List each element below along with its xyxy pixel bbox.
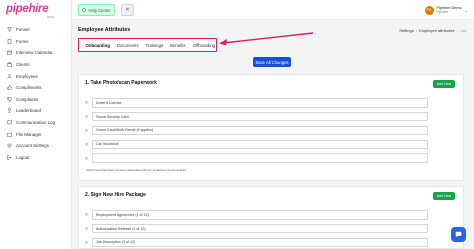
breadcrumb-employee-attributes[interactable]: Employee attributes bbox=[419, 28, 454, 33]
help-center-label: Help Center bbox=[88, 7, 111, 13]
breadcrumb-current: List bbox=[459, 28, 466, 33]
drag-handle-icon[interactable]: ⠿ bbox=[85, 128, 90, 133]
document-icon bbox=[7, 39, 12, 44]
list-item: ⠿ Employment Agreement (1 of 12) bbox=[85, 208, 428, 222]
logo[interactable]: pipehire bbox=[6, 3, 49, 15]
sidebar-item-employees[interactable]: Employees bbox=[4, 70, 70, 82]
attribute-field[interactable]: Authorization Release (2 of 12) bbox=[92, 223, 428, 234]
sidebar-item-leaderboard[interactable]: Leaderboard bbox=[4, 105, 70, 117]
topbar: Help Center ✕ PD Pipehire Demo Pipehire … bbox=[72, 0, 474, 20]
chevron-down-icon: ⌄ bbox=[464, 7, 468, 13]
sidebar-item-label: Communication Log bbox=[16, 120, 56, 126]
list-item: ⠿ Green Card/Work Permit (if applies) bbox=[85, 124, 428, 138]
drag-handle-icon[interactable]: ⠿ bbox=[85, 100, 90, 105]
section-card: 2. Sign New Hire Package Add New ⠿ Emplo… bbox=[78, 186, 464, 249]
briefcase-icon bbox=[7, 62, 12, 67]
user-role: Pipehire bbox=[436, 10, 449, 15]
gear-icon bbox=[7, 143, 12, 148]
add-new-button[interactable]: Add New bbox=[433, 192, 455, 200]
sidebar-item-compliments[interactable]: Compliments bbox=[4, 82, 70, 94]
drag-handle-icon[interactable]: ⠿ bbox=[85, 212, 90, 217]
sidebar-item-logout[interactable]: Logout bbox=[4, 152, 70, 164]
tab-trainings[interactable]: Trainings bbox=[142, 43, 167, 48]
sidebar-item-label: Forms bbox=[16, 38, 29, 44]
tab-onboarding[interactable]: Onboarding bbox=[82, 43, 113, 48]
help-icon bbox=[82, 8, 87, 12]
sidebar-item-label: Logout bbox=[16, 154, 30, 160]
chat-widget-button[interactable] bbox=[451, 227, 466, 242]
attribute-field[interactable]: Employment Agreement (1 of 12) bbox=[92, 210, 428, 220]
drag-handle-icon[interactable]: ⠿ bbox=[85, 114, 90, 119]
sidebar-item-account-settings[interactable]: Account Settings › bbox=[4, 140, 70, 152]
sidebar-item-communication-log[interactable]: Communication Log bbox=[4, 117, 70, 129]
section-title: 1. Take Photo/scan Paperwork bbox=[85, 80, 157, 86]
tab-documents[interactable]: Documents bbox=[113, 43, 142, 48]
list-item: ⠿ Authorization Release (2 of 12) bbox=[85, 222, 428, 236]
sidebar-item-label: File Manager bbox=[16, 131, 42, 137]
logout-icon bbox=[7, 155, 12, 160]
close-icon: ✕ bbox=[125, 7, 130, 13]
thumbs-up-icon bbox=[7, 85, 12, 90]
tab-offboarding[interactable]: Offboarding bbox=[189, 43, 218, 48]
attribute-field[interactable] bbox=[92, 153, 428, 163]
chat-icon bbox=[455, 231, 462, 238]
sidebar-item-label: Clients bbox=[16, 62, 30, 68]
tab-benefits[interactable]: Benefits bbox=[167, 43, 190, 48]
list-item: ⠿ Social Security Card bbox=[85, 110, 428, 124]
sidebar-item-clients[interactable]: Clients bbox=[4, 59, 70, 71]
add-new-button[interactable]: Add New bbox=[433, 80, 455, 88]
sidebar-item-label: Leaderboard bbox=[16, 108, 41, 114]
drag-handle-icon[interactable]: ⠿ bbox=[85, 240, 90, 245]
sidebar-item-forms[interactable]: Forms bbox=[4, 36, 70, 48]
field-list: ⠿ Driver's License ⠿ Social Security Car… bbox=[85, 96, 428, 165]
list-item: ⠿ Car Insurance bbox=[85, 137, 428, 151]
sidebar-item-complaints[interactable]: Complaints bbox=[4, 94, 70, 106]
sidebar-item-label: Complaints bbox=[16, 96, 38, 102]
sidebar-item-funnel[interactable]: Funnel bbox=[4, 24, 70, 36]
section-title: 2. Sign New Hire Package bbox=[85, 192, 146, 198]
page-title: Employee Attributes bbox=[78, 27, 131, 33]
user-menu[interactable]: PD Pipehire Demo Pipehire ⌄ bbox=[424, 3, 468, 17]
sidebar-item-file-manager[interactable]: File Manager bbox=[4, 128, 70, 140]
section-card: 1. Take Photo/scan Paperwork Add New ⠿ D… bbox=[78, 74, 464, 181]
close-button[interactable]: ✕ bbox=[121, 4, 134, 16]
attribute-tabs: Onboarding Documents Trainings Benefits … bbox=[78, 38, 217, 52]
attribute-field[interactable]: Green Card/Work Permit (if applies) bbox=[92, 125, 428, 136]
attribute-field[interactable]: Car Insurance bbox=[92, 139, 428, 150]
sidebar-item-label: Interview Calendar bbox=[16, 50, 53, 56]
folder-icon bbox=[7, 132, 12, 137]
chevron-right-icon: › bbox=[51, 143, 54, 149]
funnel-icon bbox=[7, 27, 12, 33]
sidebar: pipehire beta Funnel Forms Interview Cal… bbox=[0, 0, 72, 249]
sidebar-nav: Funnel Forms Interview Calendar Clients … bbox=[4, 24, 70, 163]
attribute-field[interactable]: Driver's License bbox=[92, 98, 428, 108]
helper-note: Click those that have not been associate… bbox=[86, 168, 187, 172]
calendar-icon bbox=[7, 50, 12, 56]
thumbs-down-icon bbox=[7, 97, 12, 102]
help-center-button[interactable]: Help Center bbox=[78, 4, 115, 16]
save-all-changes-button[interactable]: Save All Changes bbox=[253, 57, 291, 67]
drag-handle-icon[interactable]: ⠿ bbox=[85, 142, 90, 147]
breadcrumb-settings[interactable]: Settings bbox=[399, 28, 413, 33]
logo-sub: beta bbox=[47, 15, 54, 19]
annotation-arrow bbox=[219, 32, 314, 46]
list-item: ⠿ bbox=[85, 151, 428, 165]
attribute-field[interactable]: Job Description (3 of 12) bbox=[92, 237, 428, 248]
sidebar-item-label: Compliments bbox=[16, 85, 42, 91]
list-item: ⠿ Job Description (3 of 12) bbox=[85, 236, 428, 249]
attribute-field[interactable]: Social Security Card bbox=[92, 111, 428, 122]
list-item: ⠿ Driver's License bbox=[85, 96, 428, 110]
drag-handle-icon[interactable]: ⠿ bbox=[85, 226, 90, 231]
chat-icon bbox=[7, 120, 12, 126]
drag-handle-icon[interactable]: ⠿ bbox=[85, 156, 90, 161]
users-icon bbox=[7, 73, 12, 79]
trophy-icon bbox=[7, 108, 12, 114]
avatar: PD bbox=[424, 5, 434, 15]
sidebar-item-label: Account Settings bbox=[16, 143, 49, 149]
sidebar-item-interview-calendar[interactable]: Interview Calendar bbox=[4, 47, 70, 59]
breadcrumb: Settings › Employee attributes › List bbox=[399, 28, 466, 33]
sidebar-item-label: Employees bbox=[16, 73, 38, 79]
field-list: ⠿ Employment Agreement (1 of 12) ⠿ Autho… bbox=[85, 208, 428, 249]
sidebar-item-label: Funnel bbox=[16, 27, 30, 33]
